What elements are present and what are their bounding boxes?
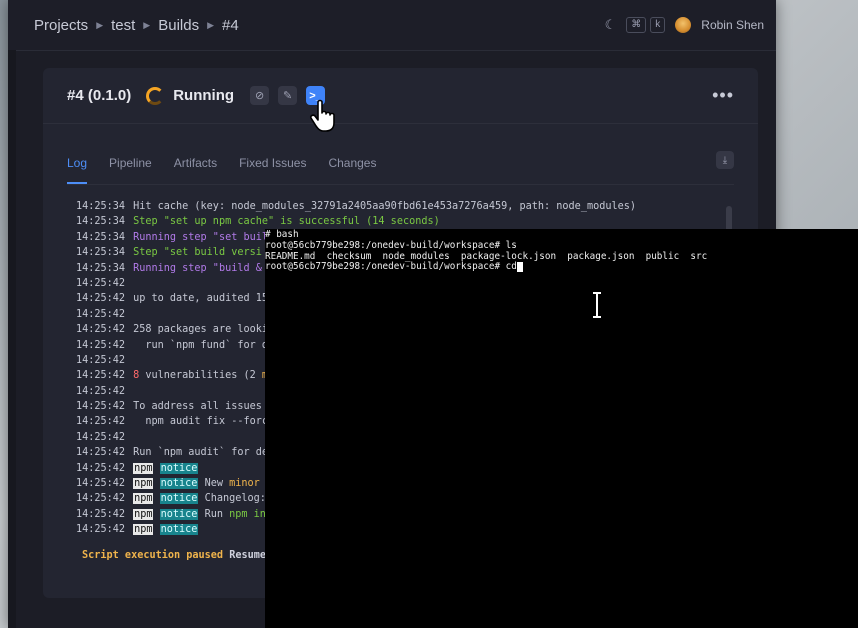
terminal-line: README.md checksum node_modules package-… xyxy=(265,250,708,262)
log-text: Running step "build & xyxy=(133,262,262,274)
log-line: 14:25:34 Step "set up npm cache" is succe… xyxy=(76,214,716,229)
log-timestamp: 14:25:42 xyxy=(76,354,126,366)
hand-cursor-icon xyxy=(310,99,335,132)
log-timestamp: 14:25:34 xyxy=(76,231,126,243)
log-text: run `npm fund` for d xyxy=(133,339,269,351)
log-timestamp: 14:25:42 xyxy=(76,324,126,336)
shortcut-key-cmd: ⌘ xyxy=(626,17,647,33)
top-right-controls: ☾ ⌘ k Robin Shen xyxy=(605,17,764,33)
log-text: Run xyxy=(198,508,230,520)
npm-tag: npm xyxy=(133,508,154,520)
npm-tag: npm xyxy=(133,524,154,536)
notice-tag: notice xyxy=(159,478,199,490)
log-text: Changelog: xyxy=(198,493,273,505)
log-line: 14:25:34 Hit cache (key: node_modules_327… xyxy=(76,199,716,214)
breadcrumb-build[interactable]: #4 xyxy=(222,17,239,34)
log-timestamp: 14:25:34 xyxy=(76,247,126,259)
notice-tag: notice xyxy=(159,524,199,536)
tab-artifacts[interactable]: Artifacts xyxy=(174,148,217,184)
log-timestamp: 14:25:42 xyxy=(76,293,126,305)
more-options-icon[interactable]: ••• xyxy=(712,85,734,106)
log-timestamp: 14:25:34 xyxy=(76,262,126,274)
log-text: 258 packages are looki xyxy=(133,324,269,336)
left-edge xyxy=(8,50,16,628)
terminal-window[interactable]: # bash root@56cb779be298:/onedev-build/wo… xyxy=(265,229,858,628)
top-bar: Projects ▶ test ▶ Builds ▶ #4 ☾ ⌘ k Robi… xyxy=(8,0,776,51)
log-text: Run `npm audit` for de xyxy=(133,447,269,459)
log-text: up to date, audited 15 xyxy=(133,293,269,305)
log-timestamp: 14:25:42 xyxy=(76,447,126,459)
tab-pipeline[interactable]: Pipeline xyxy=(109,148,152,184)
log-text: Hit cache (key: node_modules_32791a2405a… xyxy=(133,201,637,212)
resume-link[interactable]: Resume xyxy=(229,550,266,561)
log-timestamp: 14:25:42 xyxy=(76,308,126,320)
paused-banner: Script execution paused Resume xyxy=(82,550,266,561)
log-text: Running step "set buil xyxy=(133,231,269,243)
paused-label: Script execution paused xyxy=(82,550,224,561)
build-header: #4 (0.1.0) Running ⊘ ✎ >_ ••• xyxy=(43,68,758,124)
log-text: minor xyxy=(229,478,260,490)
npm-tag: npm xyxy=(133,478,154,490)
log-timestamp: 14:25:42 xyxy=(76,524,126,536)
log-timestamp: 14:25:42 xyxy=(76,416,126,428)
log-timestamp: 14:25:34 xyxy=(76,216,126,228)
running-spinner-icon xyxy=(146,86,165,105)
log-timestamp: 14:25:42 xyxy=(76,277,126,289)
cancel-build-button[interactable]: ⊘ xyxy=(250,86,270,105)
notice-tag: notice xyxy=(159,508,199,520)
moon-icon[interactable]: ☾ xyxy=(605,17,617,33)
npm-tag: npm xyxy=(133,493,154,505)
terminal-line: root@56cb779be298:/onedev-build/workspac… xyxy=(265,261,523,272)
notice-tag: notice xyxy=(159,462,199,474)
log-text: vulnerabilities (2 xyxy=(139,370,262,382)
avatar[interactable] xyxy=(675,17,692,33)
log-text: To address all issues xyxy=(133,401,262,413)
text-cursor-icon xyxy=(593,292,601,318)
log-timestamp: 14:25:42 xyxy=(76,339,126,351)
build-tabs: Log Pipeline Artifacts Fixed Issues Chan… xyxy=(67,148,734,185)
log-timestamp: 14:25:42 xyxy=(76,401,126,413)
log-text: New xyxy=(198,478,230,490)
user-name[interactable]: Robin Shen xyxy=(701,18,764,32)
log-timestamp: 14:25:34 xyxy=(76,201,126,212)
terminal-line: root@56cb779be298:/onedev-build/workspac… xyxy=(265,239,517,251)
log-timestamp: 14:25:42 xyxy=(76,431,126,443)
build-status: Running xyxy=(173,87,235,104)
chevron-right-icon: ▶ xyxy=(207,19,214,30)
breadcrumb-projects[interactable]: Projects xyxy=(34,17,88,34)
log-text: Step "set build versi xyxy=(133,247,262,259)
breadcrumb-builds[interactable]: Builds xyxy=(158,17,199,34)
shortcut-key-k: k xyxy=(650,17,666,33)
terminal-line: # bash xyxy=(265,229,299,240)
build-title: #4 (0.1.0) xyxy=(67,87,132,104)
log-timestamp: 14:25:42 xyxy=(76,370,126,382)
log-timestamp: 14:25:42 xyxy=(76,508,126,520)
notice-tag: notice xyxy=(159,493,199,505)
npm-tag: npm xyxy=(133,462,154,474)
tab-changes[interactable]: Changes xyxy=(328,148,376,184)
tab-fixed-issues[interactable]: Fixed Issues xyxy=(239,148,306,184)
log-timestamp: 14:25:42 xyxy=(76,478,126,490)
log-timestamp: 14:25:42 xyxy=(76,493,126,505)
chevron-right-icon: ▶ xyxy=(143,19,151,30)
breadcrumb-project[interactable]: test xyxy=(111,17,135,34)
chevron-right-icon: ▶ xyxy=(96,19,104,30)
terminal-caret xyxy=(516,261,523,272)
breadcrumb: Projects ▶ test ▶ Builds ▶ #4 xyxy=(34,17,239,34)
download-icon[interactable]: ⤓ xyxy=(716,151,734,169)
tab-log[interactable]: Log xyxy=(67,148,88,184)
log-timestamp: 14:25:42 xyxy=(76,462,126,474)
log-timestamp: 14:25:42 xyxy=(76,385,126,397)
edit-button[interactable]: ✎ xyxy=(278,86,298,105)
log-text: npm audit fix --forc xyxy=(133,416,269,428)
log-text: Step "set up npm cache" is successful (1… xyxy=(133,216,440,228)
